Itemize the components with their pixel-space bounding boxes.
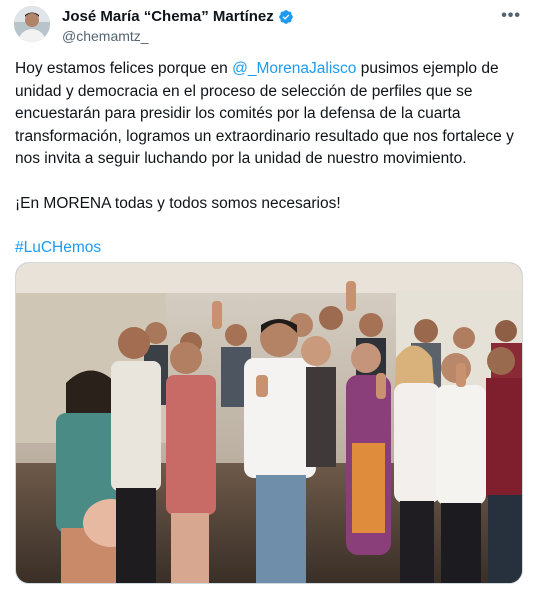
group-photo-image [16, 263, 522, 583]
tweet-photo[interactable] [15, 262, 523, 584]
mention-link[interactable]: @_MorenaJalisco [232, 60, 356, 77]
avatar-image [14, 6, 50, 42]
text-part-1: Hoy estamos felices porque en [15, 60, 233, 77]
more-horizontal-icon[interactable]: ••• [501, 8, 521, 24]
tweet-card[interactable]: José María “Chema” Martínez @chemamtz_ •… [0, 0, 535, 602]
author-handle[interactable]: @chemamtz_ [62, 28, 294, 44]
verified-badge-icon [278, 9, 294, 25]
hashtag-link[interactable]: #LuCHemos [15, 239, 101, 256]
tweet-text: Hoy estamos felices porque en @_MorenaJa… [15, 58, 515, 260]
display-name-row: José María “Chema” Martínez [62, 8, 294, 25]
avatar[interactable] [14, 6, 50, 42]
tweet-header: José María “Chema” Martínez @chemamtz_ •… [14, 6, 525, 46]
display-name[interactable]: José María “Chema” Martínez [62, 8, 274, 25]
tweet-paragraph-2: ¡En MORENA todas y todos somos necesario… [15, 194, 341, 212]
author-block: José María “Chema” Martínez @chemamtz_ [62, 8, 294, 44]
tweet-paragraph-1: Hoy estamos felices porque en @_MorenaJa… [15, 58, 515, 171]
